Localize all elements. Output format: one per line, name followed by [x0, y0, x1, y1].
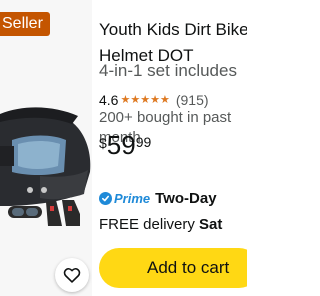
add-to-cart-button[interactable]: Add to cart [99, 248, 247, 288]
star-icon: ★ [120, 93, 131, 106]
product-details: Youth Kids Dirt Bike Helmet DOT 4-in-1 s… [99, 0, 247, 296]
delivery-info: FREE delivery Sat [99, 216, 222, 233]
product-title-line1[interactable]: Youth Kids Dirt Bike [99, 17, 247, 43]
price-symbol: $ [99, 135, 107, 151]
product-title[interactable]: Youth Kids Dirt Bike Helmet DOT [99, 17, 247, 64]
price-fraction: 99 [135, 134, 152, 150]
rating-value: 4.6 [99, 92, 119, 108]
gloves-accessory [46, 200, 80, 226]
star-rating: ★ ★ ★ ★ ★ [120, 93, 170, 106]
price-whole: 59 [106, 130, 136, 160]
product-subtitle: 4-in-1 set includes [99, 61, 237, 80]
seller-badge: Seller [0, 12, 50, 36]
product-image-panel[interactable]: Seller [0, 0, 92, 296]
product-image[interactable] [0, 0, 92, 296]
seller-badge-label: Seller [2, 15, 43, 32]
goggles-accessory [8, 206, 42, 218]
rating-row[interactable]: 4.6 ★ ★ ★ ★ ★ (915) [99, 91, 209, 109]
delivery-prefix: FREE delivery [99, 216, 195, 233]
star-icon: ★ [130, 93, 141, 106]
price: $ 59 99 [99, 130, 151, 160]
heart-outline-icon [63, 268, 81, 283]
prime-speed: Two-Day [155, 190, 217, 207]
star-half-icon: ★ [159, 93, 170, 106]
favorite-button[interactable] [55, 258, 89, 292]
prime-label: Prime [114, 191, 151, 206]
delivery-day: Sat [199, 216, 223, 233]
star-icon: ★ [150, 93, 160, 106]
check-circle-icon [99, 192, 112, 205]
rating-count: (915) [175, 92, 209, 108]
star-icon: ★ [140, 93, 151, 106]
prime-row: Prime Two-Day [99, 190, 217, 207]
